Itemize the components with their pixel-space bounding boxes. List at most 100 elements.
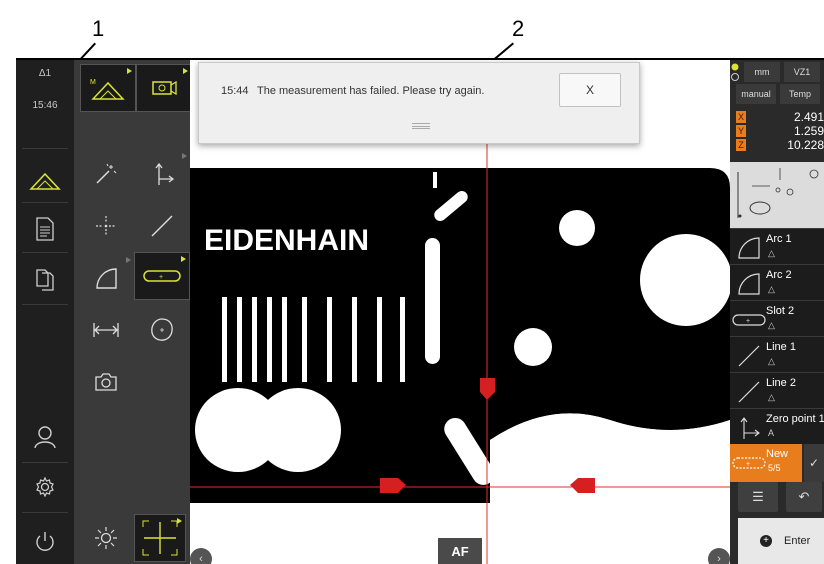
measure-magic-button[interactable] <box>78 150 134 198</box>
measure-letter-icon: A <box>768 428 775 438</box>
arc-tool-button[interactable] <box>78 254 134 302</box>
new-feature-count: 5/5 <box>768 463 781 473</box>
point-icon <box>96 216 116 236</box>
menu-report-button[interactable] <box>16 208 74 250</box>
report-document-icon <box>36 217 54 241</box>
axis-value: 2.491 <box>793 110 824 124</box>
divider <box>22 148 68 149</box>
divider <box>22 202 68 203</box>
image-capture-button[interactable] <box>78 358 134 406</box>
feature-item-arc-2[interactable]: Arc 2 △ <box>730 264 824 300</box>
inspector-panel: mm VZ1 manual Temp X 2.491 Y 1.259 Z 10.… <box>730 60 824 564</box>
undo-button[interactable]: ↶ <box>786 482 822 512</box>
confirm-feature-button[interactable]: ✓ <box>804 444 824 482</box>
svg-text:M: M <box>90 79 96 86</box>
svg-text:+: + <box>159 274 163 281</box>
feature-name: Zero point 1 <box>766 413 824 425</box>
divider <box>22 512 68 513</box>
slot-tool-button[interactable]: + <box>134 252 190 300</box>
callout-1: 1 <box>92 16 105 41</box>
enter-button[interactable]: + Enter <box>738 518 824 564</box>
svg-text:+: + <box>746 461 750 468</box>
sensor-video-button[interactable] <box>136 64 192 112</box>
light-settings-button[interactable] <box>78 514 134 562</box>
circle-icon <box>151 318 173 341</box>
user-icon <box>34 426 56 449</box>
files-icon <box>36 269 54 291</box>
feature-list-menu-button[interactable]: ☰ <box>738 482 778 512</box>
reference-system-button[interactable] <box>134 150 190 198</box>
enter-label: Enter <box>784 535 811 547</box>
feature-item-slot-2[interactable]: + Slot 2 △ <box>730 300 824 336</box>
collapse-left-button[interactable]: ‹ <box>190 548 212 564</box>
plus-icon: + <box>760 535 772 547</box>
chevron-right-icon: › <box>717 553 721 564</box>
light-settings-icon <box>95 527 117 549</box>
circle-tool-button[interactable] <box>134 306 190 354</box>
feature-view-preview[interactable] <box>730 162 824 228</box>
distance-tool-button[interactable] <box>78 306 134 354</box>
measure-triangle-icon: △ <box>768 320 775 330</box>
collapse-right-button[interactable]: › <box>708 548 730 564</box>
line-tool-button[interactable] <box>134 202 190 250</box>
unit-button[interactable]: mm <box>744 62 780 82</box>
status-clock: 15:46 <box>32 100 58 111</box>
gear-icon <box>36 476 54 498</box>
power-icon <box>36 532 54 551</box>
measure-triangle-icon: △ <box>768 356 775 366</box>
submenu-indicator <box>126 257 131 263</box>
axis-value: 1.259 <box>793 124 824 138</box>
position-z: Z 10.228 <box>734 138 824 152</box>
feature-item-line-1[interactable]: Line 1 △ <box>730 336 824 372</box>
axis-label: Y <box>736 125 746 137</box>
arc-icon <box>96 268 117 289</box>
feature-name: Line 1 <box>766 341 796 353</box>
menu-measure-button[interactable] <box>16 160 74 202</box>
chevron-left-icon: ‹ <box>199 553 203 564</box>
distance-icon <box>93 323 119 337</box>
crosshair-button[interactable] <box>134 514 186 562</box>
status-counter: Δ1 <box>38 68 52 79</box>
feature-name: Line 2 <box>766 377 796 389</box>
divider <box>22 462 68 463</box>
autofocus-button[interactable]: AF <box>438 538 482 564</box>
main-menu: Δ1 15:46 <box>16 60 74 564</box>
measure-triangle-icon: △ <box>768 248 775 258</box>
menu-user-button[interactable] <box>16 416 74 458</box>
temp-button[interactable]: Temp <box>780 84 820 104</box>
axis-value: 10.228 <box>787 138 824 152</box>
measure-triangle-icon: △ <box>768 284 775 294</box>
undo-icon: ↶ <box>798 489 810 504</box>
mode-button[interactable]: manual <box>736 84 776 104</box>
message-time: 15:44 <box>221 85 249 97</box>
menu-settings-button[interactable] <box>16 466 74 508</box>
reference-system-icon <box>155 162 175 185</box>
sensor-measure-button[interactable]: M <box>80 64 136 112</box>
axis-label: X <box>736 111 746 123</box>
slot-icon: + <box>143 270 181 282</box>
submenu-indicator <box>127 68 132 74</box>
zero-point-icon <box>740 417 760 439</box>
submenu-indicator <box>181 256 186 262</box>
line-icon <box>738 345 760 367</box>
feature-item-line-2[interactable]: Line 2 △ <box>730 372 824 408</box>
submenu-indicator <box>177 518 182 524</box>
drag-handle-icon[interactable] <box>412 123 430 129</box>
point-tool-button[interactable] <box>78 202 134 250</box>
submenu-indicator <box>182 153 187 159</box>
close-message-button[interactable]: X <box>559 73 621 107</box>
new-feature-item[interactable]: + New 5/5 <box>730 444 802 482</box>
feature-item-zero-point-1[interactable]: Zero point 1 A <box>730 408 824 444</box>
feature-item-arc-1[interactable]: Arc 1 △ <box>730 228 824 264</box>
feature-preview-image <box>737 168 819 218</box>
new-feature-name: New <box>766 448 789 460</box>
measure-triangle-sensor-icon: M <box>90 79 125 100</box>
variant-button[interactable]: VZ1 <box>784 62 820 82</box>
menu-files-button[interactable] <box>16 258 74 300</box>
svg-text:+: + <box>746 318 750 325</box>
feature-name: Slot 2 <box>766 305 795 317</box>
axis-label: Z <box>736 139 746 151</box>
feature-name: Arc 2 <box>766 269 792 281</box>
video-sensor-icon <box>152 80 177 96</box>
menu-power-button[interactable] <box>16 520 74 562</box>
